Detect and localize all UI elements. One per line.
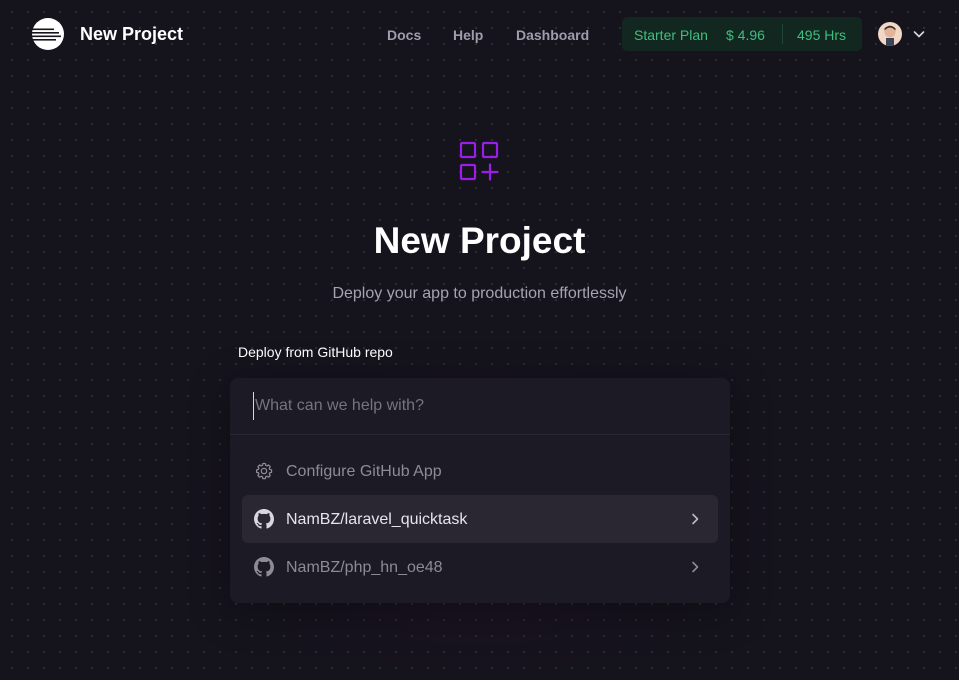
plan-name: Starter Plan [634, 27, 708, 43]
chevron-right-icon [692, 513, 699, 525]
railway-logo-icon[interactable] [32, 18, 64, 50]
section-label: Deploy from GitHub repo [238, 344, 393, 360]
option-label: Configure GitHub App [286, 463, 442, 480]
search-input[interactable] [253, 392, 715, 420]
option-label: NamBZ/laravel_quicktask [286, 511, 468, 528]
option-label: NamBZ/php_hn_oe48 [286, 559, 443, 576]
gear-icon [255, 462, 273, 480]
chevron-right-icon [692, 561, 699, 573]
add-project-icon [459, 141, 499, 181]
github-icon [254, 557, 274, 577]
panel-divider [230, 434, 730, 435]
github-icon [254, 509, 274, 529]
plan-cost: $ 4.96 [726, 27, 765, 43]
plan-hours: 495 Hrs [797, 27, 847, 43]
option-configure-github-app[interactable]: Configure GitHub App [242, 447, 718, 495]
option-repo-laravel-quicktask[interactable]: NamBZ/laravel_quicktask [242, 495, 718, 543]
hero-subtitle: Deploy your app to production effortless… [332, 285, 627, 302]
hero-title: New Project [373, 220, 586, 261]
user-avatar[interactable] [878, 22, 902, 46]
nav-dashboard-link[interactable]: Dashboard [516, 27, 589, 43]
plan-divider [782, 24, 783, 44]
top-navbar: New Project Docs Help Dashboard Starter … [0, 0, 959, 68]
nav-docs-link[interactable]: Docs [387, 27, 421, 43]
nav-help-link[interactable]: Help [453, 27, 483, 43]
option-repo-php-hn-oe48[interactable]: NamBZ/php_hn_oe48 [242, 543, 718, 591]
plan-usage-badge[interactable]: Starter Plan $ 4.96 495 Hrs [622, 17, 862, 51]
page-title: New Project [80, 24, 184, 44]
chevron-down-icon[interactable] [912, 27, 926, 41]
